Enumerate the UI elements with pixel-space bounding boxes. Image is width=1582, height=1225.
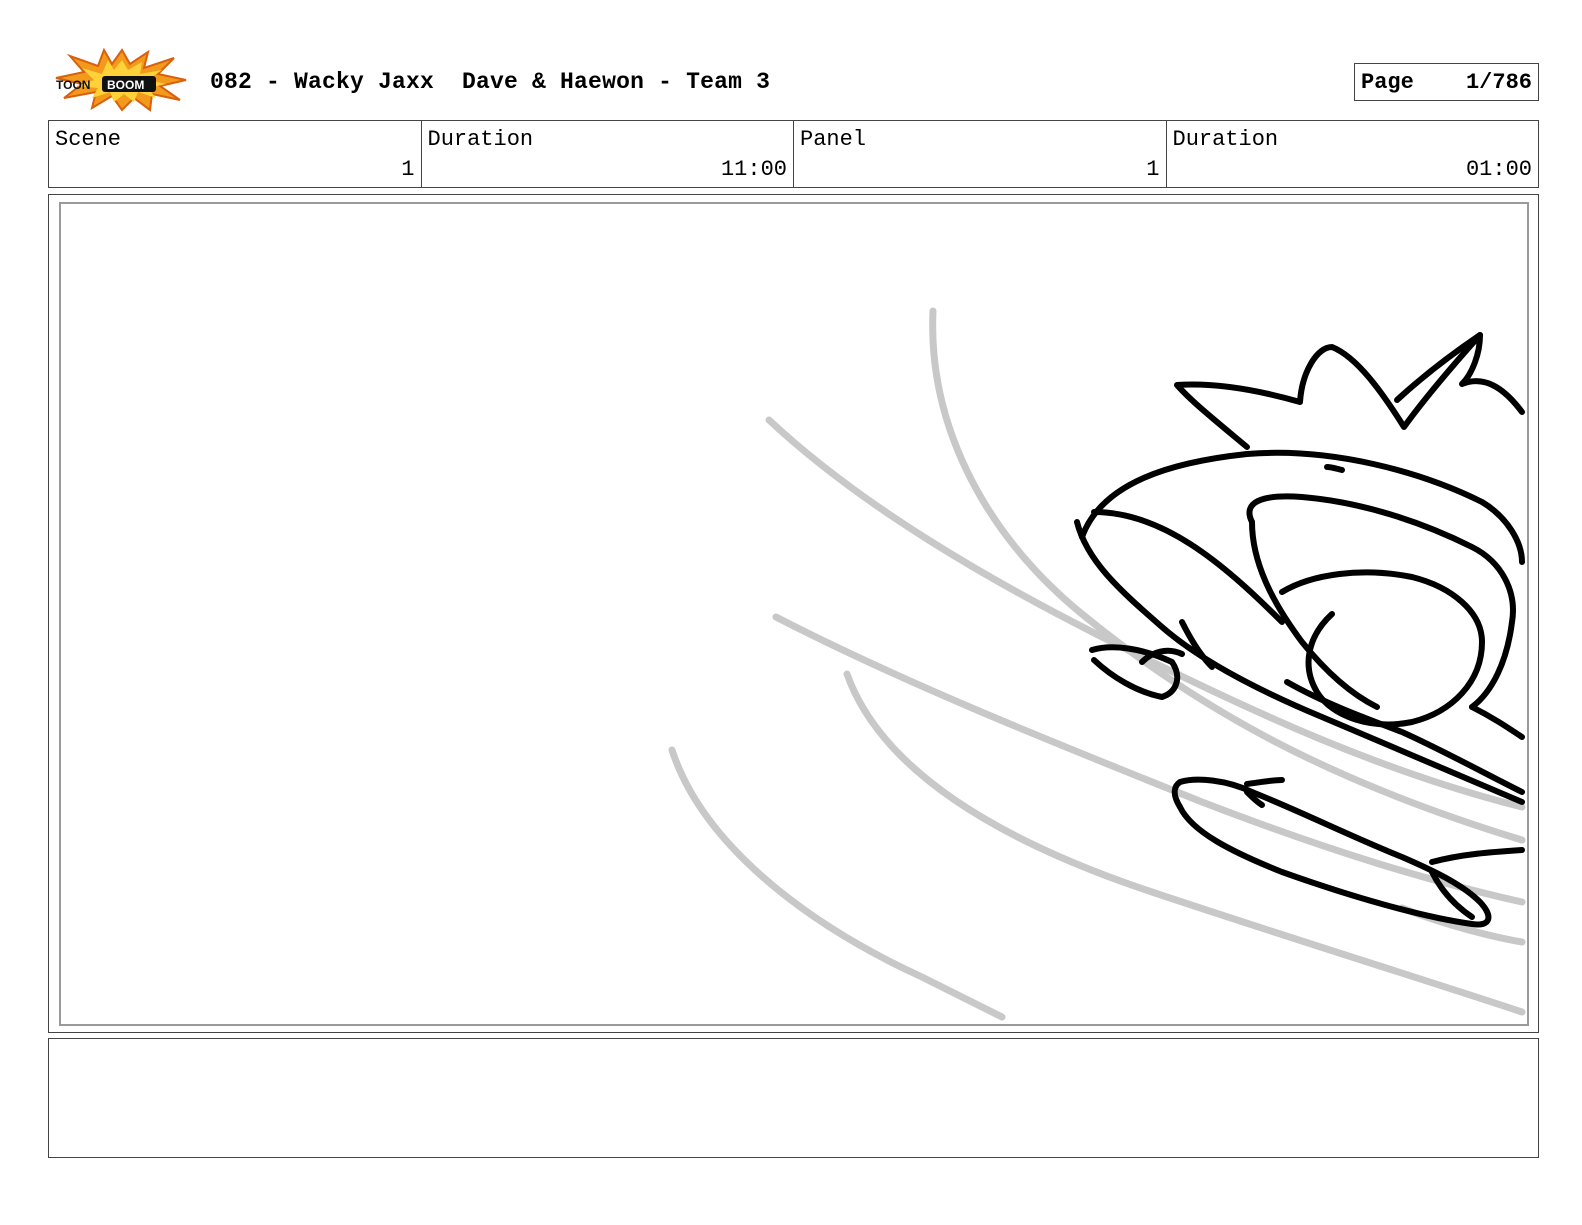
panel-cell: Panel 1 [794,121,1167,187]
svg-text:BOOM: BOOM [107,78,144,92]
scene-info-row: Scene 1 Duration 11:00 Panel 1 Duration … [48,120,1539,188]
storyboard-panel [59,202,1529,1026]
scene-label: Scene [55,127,122,152]
panel-duration-cell: Duration 01:00 [1167,121,1539,187]
storyboard-drawing [668,307,1526,1021]
toon-boom-logo: TOON BOOM [52,47,190,112]
scene-duration-label: Duration [427,127,534,152]
panel-duration-value: 01:00 [1465,157,1532,182]
panel-duration-label: Duration [1172,127,1279,152]
document-title: 082 - Wacky Jaxx Dave & Haewon - Team 3 [210,69,771,95]
panel-label: Panel [800,127,867,152]
panel-value: 1 [1146,157,1160,182]
notes-box [48,1038,1539,1158]
page-number: 1/786 [1465,70,1532,95]
scene-cell: Scene 1 [49,121,422,187]
svg-text:TOON: TOON [56,78,90,92]
scene-duration-cell: Duration 11:00 [422,121,794,187]
page-indicator: Page 1/786 [1354,63,1539,101]
scene-duration-value: 11:00 [720,157,787,182]
scene-value: 1 [401,157,415,182]
page-label: Page [1361,70,1414,95]
